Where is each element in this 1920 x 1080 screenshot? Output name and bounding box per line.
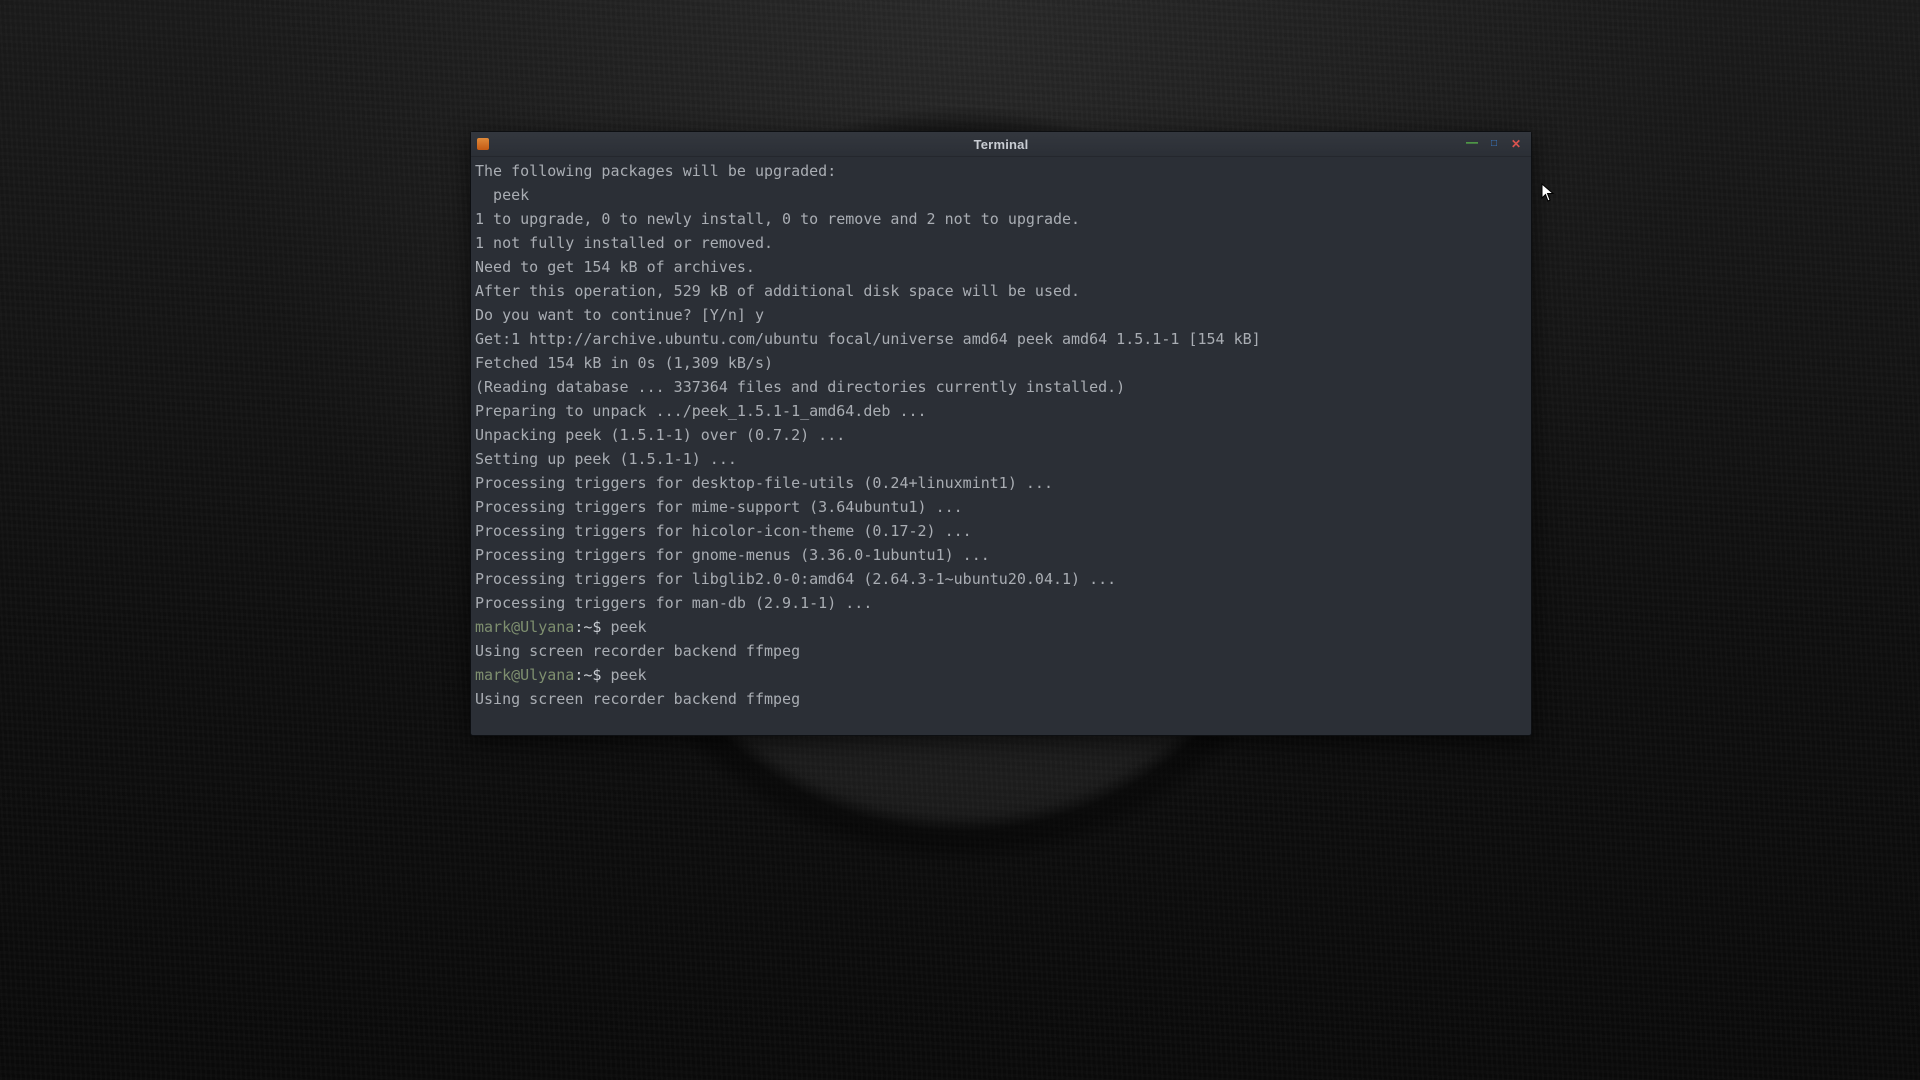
prompt-sigil: $ (592, 666, 601, 684)
terminal-body[interactable]: The following packages will be upgraded:… (471, 157, 1531, 735)
output-line: Do you want to continue? [Y/n] y (475, 306, 764, 324)
close-button[interactable]: ✕ (1509, 137, 1523, 151)
output-line: Unpacking peek (1.5.1-1) over (0.7.2) ..… (475, 426, 845, 444)
minimize-icon: — (1466, 136, 1478, 148)
window-controls: — □ ✕ (1465, 132, 1527, 156)
output-line: Setting up peek (1.5.1-1) ... (475, 450, 737, 468)
terminal-app-icon (477, 138, 489, 150)
output-line: After this operation, 529 kB of addition… (475, 282, 1080, 300)
prompt-sigil: $ (592, 618, 601, 636)
output-line: Preparing to unpack .../peek_1.5.1-1_amd… (475, 402, 927, 420)
output-line: 1 not fully installed or removed. (475, 234, 773, 252)
desktop-wallpaper: Terminal — □ ✕ The following packages wi… (0, 0, 1920, 1080)
close-icon: ✕ (1511, 138, 1521, 150)
output-line: Processing triggers for mime-support (3.… (475, 498, 963, 516)
mouse-cursor-icon (1541, 183, 1555, 203)
command-text: peek (610, 618, 646, 636)
output-line: Using screen recorder backend ffmpeg (475, 690, 800, 708)
prompt-user-host: mark@Ulyana (475, 666, 574, 684)
maximize-button[interactable]: □ (1487, 137, 1501, 151)
output-line: Processing triggers for gnome-menus (3.3… (475, 546, 990, 564)
minimize-button[interactable]: — (1465, 137, 1479, 151)
window-title: Terminal (974, 137, 1029, 152)
output-line: Processing triggers for man-db (2.9.1-1)… (475, 594, 872, 612)
terminal-window[interactable]: Terminal — □ ✕ The following packages wi… (470, 131, 1532, 736)
output-line: Get:1 http://archive.ubuntu.com/ubuntu f… (475, 330, 1261, 348)
titlebar[interactable]: Terminal — □ ✕ (471, 132, 1531, 157)
output-line: Fetched 154 kB in 0s (1,309 kB/s) (475, 354, 773, 372)
output-line: Using screen recorder backend ffmpeg (475, 642, 800, 660)
output-line: peek (475, 186, 529, 204)
output-line: The following packages will be upgraded: (475, 162, 836, 180)
output-line: Processing triggers for libglib2.0-0:amd… (475, 570, 1116, 588)
output-line: (Reading database ... 337364 files and d… (475, 378, 1125, 396)
output-line: Need to get 154 kB of archives. (475, 258, 755, 276)
output-line: Processing triggers for hicolor-icon-the… (475, 522, 972, 540)
command-text: peek (610, 666, 646, 684)
maximize-icon: □ (1491, 139, 1497, 149)
prompt-user-host: mark@Ulyana (475, 618, 574, 636)
output-line: Processing triggers for desktop-file-uti… (475, 474, 1053, 492)
terminal-output[interactable]: The following packages will be upgraded:… (475, 159, 1527, 711)
output-line: 1 to upgrade, 0 to newly install, 0 to r… (475, 210, 1080, 228)
